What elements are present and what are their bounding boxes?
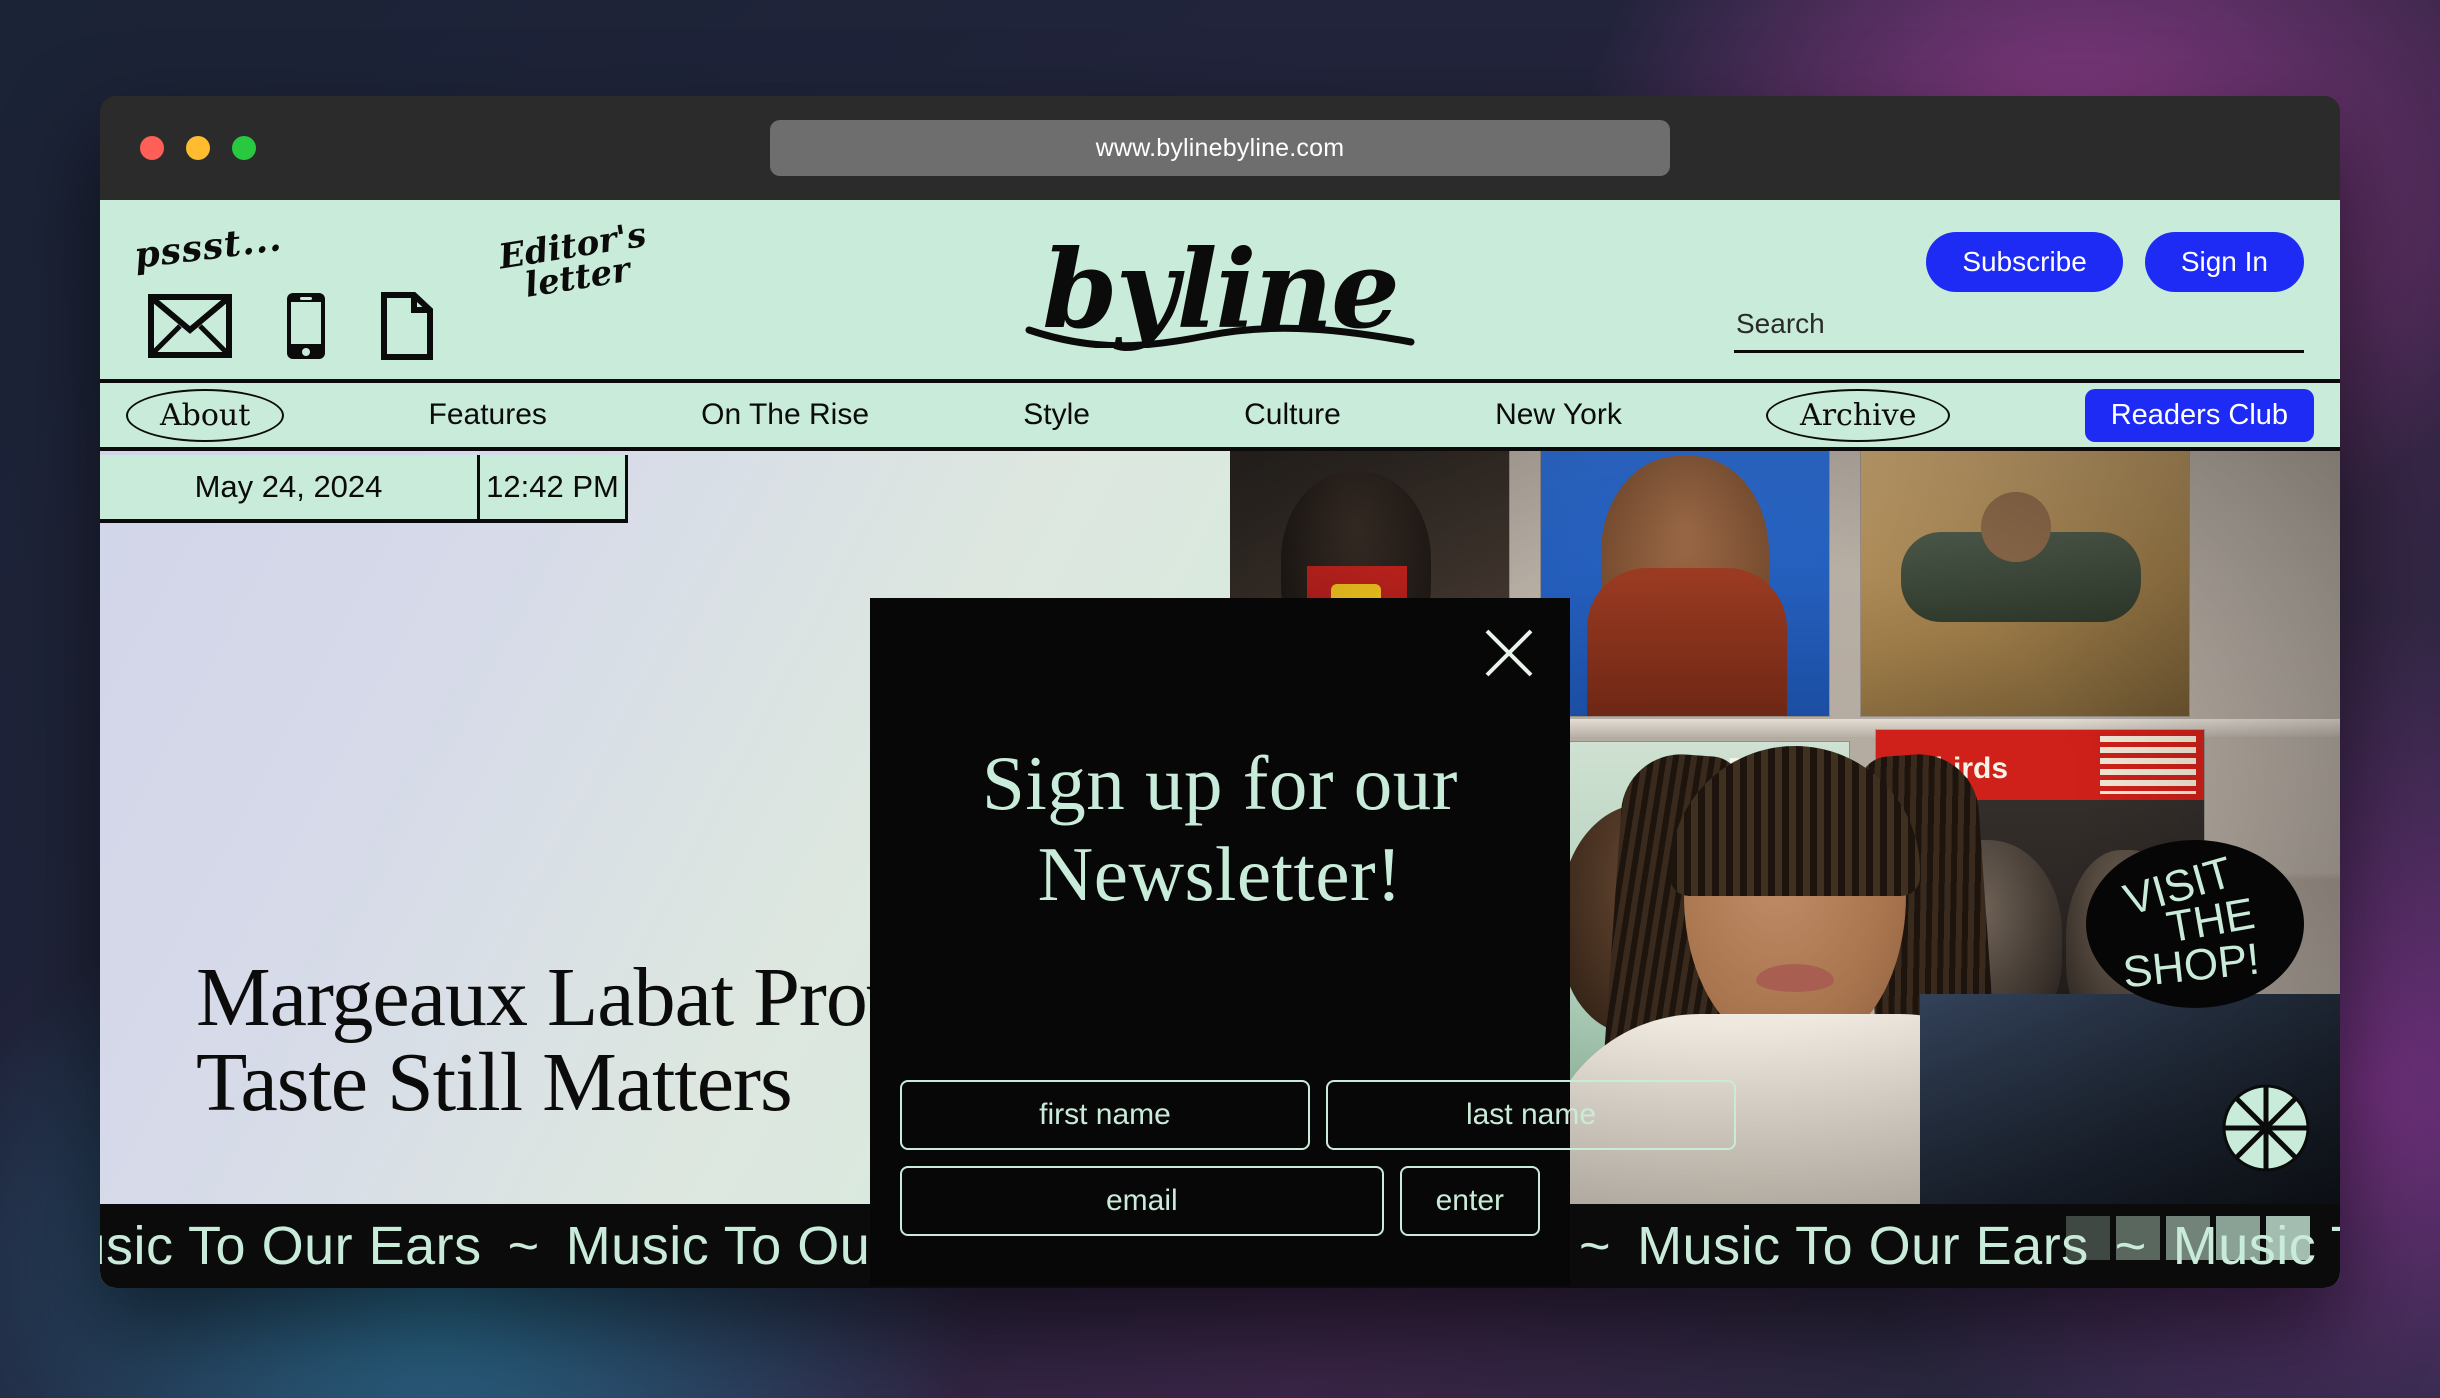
- maximize-window-button[interactable]: [232, 136, 256, 160]
- site-logo-text: byline: [1042, 227, 1400, 353]
- current-time: 12:42 PM: [480, 455, 628, 523]
- address-bar[interactable]: www.bylinebyline.com: [770, 120, 1670, 176]
- eight-spoke-circle-icon[interactable]: [2222, 1084, 2310, 1172]
- loading-block: [2116, 1216, 2160, 1260]
- nav-item-archive[interactable]: Archive: [1766, 388, 1951, 442]
- site-masthead: pssst... Editor's letter byline Subscrib…: [100, 200, 2340, 383]
- traffic-lights: [140, 136, 256, 160]
- nav-item-new-york[interactable]: New York: [1485, 394, 1632, 436]
- nav-item-culture[interactable]: Culture: [1234, 394, 1351, 436]
- close-window-button[interactable]: [140, 136, 164, 160]
- nav-item-on-the-rise[interactable]: On The Rise: [691, 394, 879, 436]
- signin-button[interactable]: Sign In: [2144, 232, 2304, 292]
- newsletter-title-line1: Sign up for our: [982, 740, 1458, 826]
- url-text: www.bylinebyline.com: [1095, 133, 1345, 162]
- loading-block: [2166, 1216, 2210, 1260]
- nav-item-style[interactable]: Style: [1013, 394, 1100, 436]
- subscribe-button[interactable]: Subscribe: [1926, 232, 2123, 292]
- email-row: enter: [900, 1166, 1540, 1236]
- loading-block: [2216, 1216, 2260, 1260]
- ticker-item: Music To Our Ears: [1637, 1216, 2089, 1276]
- shop-badge-line3: SHOP!: [2120, 934, 2262, 998]
- ticker-separator: ~: [507, 1216, 540, 1276]
- email-input[interactable]: [900, 1166, 1384, 1236]
- last-name-input[interactable]: [1326, 1080, 1736, 1150]
- loading-blocks: [2066, 1216, 2310, 1260]
- nav-item-features[interactable]: Features: [419, 394, 557, 436]
- browser-chrome: www.bylinebyline.com: [100, 96, 2340, 200]
- search-input[interactable]: [1734, 308, 2304, 353]
- hero-headline-line1: Margeaux Labat Proves: [196, 950, 977, 1044]
- page-content: pssst... Editor's letter byline Subscrib…: [100, 200, 2340, 1288]
- close-icon[interactable]: [1482, 626, 1536, 680]
- datetime-bar: May 24, 2024 12:42 PM: [100, 455, 628, 523]
- ticker-item: Music To Our Ears: [100, 1216, 482, 1276]
- name-row: [900, 1080, 1736, 1150]
- primary-nav: About Features On The Rise Style Culture…: [100, 383, 2340, 451]
- nav-item-about[interactable]: About: [126, 388, 285, 442]
- current-date: May 24, 2024: [100, 455, 480, 523]
- document-icon[interactable]: [380, 292, 434, 360]
- newsletter-form: enter: [900, 1080, 1736, 1252]
- newsletter-title-line2: Newsletter!: [1037, 830, 1403, 917]
- minimize-window-button[interactable]: [186, 136, 210, 160]
- loading-block: [2266, 1216, 2310, 1260]
- ticker-separator: ~: [1579, 1216, 1612, 1276]
- visit-the-shop-badge[interactable]: VISIT THE SHOP!: [2086, 840, 2304, 1008]
- nav-item-readers-club[interactable]: Readers Club: [2084, 388, 2315, 442]
- pssst-label: pssst...: [131, 217, 285, 277]
- enter-button[interactable]: enter: [1399, 1166, 1540, 1236]
- hero-headline: Margeaux Labat Proves Taste Still Matter…: [196, 950, 977, 1130]
- promo-icon-row: [148, 292, 434, 360]
- envelope-icon[interactable]: [148, 294, 232, 358]
- site-logo[interactable]: byline: [1025, 236, 1415, 348]
- newsletter-modal: Sign up for our Newsletter! enter: [870, 598, 1736, 1286]
- first-name-input[interactable]: [900, 1080, 1310, 1150]
- mobile-phone-icon[interactable]: [286, 292, 326, 360]
- search-container: [1734, 308, 2304, 353]
- browser-window: www.bylinebyline.com pssst... Editor's l…: [100, 96, 2340, 1288]
- auth-buttons: Subscribe Sign In: [1926, 232, 2304, 292]
- loading-block: [2066, 1216, 2110, 1260]
- editors-letter-label: Editor's letter: [476, 215, 674, 310]
- newsletter-title: Sign up for our Newsletter!: [870, 738, 1570, 920]
- hero-headline-line2: Taste Still Matters: [196, 1036, 793, 1130]
